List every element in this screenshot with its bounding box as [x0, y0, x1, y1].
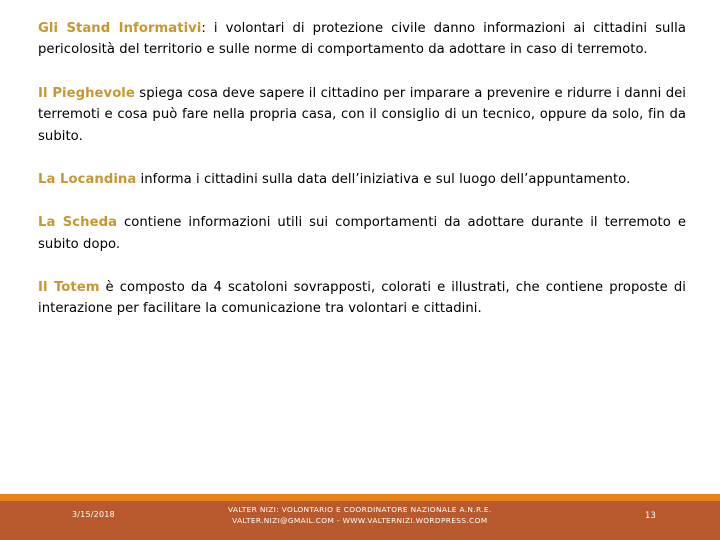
slide-footer: 3/15/2018 VALTER NIZI: VOLONTARIO E COOR… — [0, 494, 720, 540]
footer-date: 3/15/2018 — [72, 510, 115, 519]
paragraph-locandina: La Locandina informa i cittadini sulla d… — [38, 169, 686, 190]
footer-page-number: 13 — [645, 510, 657, 520]
paragraph-pieghevole: Il Pieghevole spiega cosa deve sapere il… — [38, 83, 686, 147]
paragraph-totem: Il Totem è composto da 4 scatoloni sovra… — [38, 277, 686, 320]
slide-canvas: Gli Stand Informativi: i volontari di pr… — [0, 0, 720, 540]
paragraph-lead-label: Gli Stand Informativi — [38, 21, 202, 36]
paragraph-lead-label: La Locandina — [38, 171, 137, 187]
paragraph-body-text: è composto da 4 scatoloni sovrapposti, c… — [38, 280, 686, 317]
footer-accent-rule — [0, 494, 720, 501]
paragraph-lead-label: La Scheda — [38, 215, 118, 231]
paragraph-body-text: informa i cittadini sulla data dell’iniz… — [136, 171, 631, 187]
footer-credit-line-2: VALTER.NIZI@GMAIL.COM - WWW.VALTERNIZI.W… — [232, 516, 488, 526]
paragraph-scheda: La Scheda contiene informazioni utili su… — [38, 212, 686, 255]
paragraph-stand-informativi: Gli Stand Informativi: i volontari di pr… — [38, 18, 686, 61]
paragraph-body-text: spiega cosa deve sapere il cittadino per… — [38, 85, 686, 144]
paragraph-lead-label: Il Pieghevole — [38, 85, 135, 101]
paragraph-body-text: contiene informazioni utili sui comporta… — [38, 215, 686, 252]
footer-credit-line-1: VALTER NIZI: VOLONTARIO E COORDINATORE N… — [228, 505, 492, 514]
paragraph-lead-label: Il Totem — [38, 280, 100, 295]
slide-body-content: Gli Stand Informativi: i volontari di pr… — [38, 18, 686, 320]
footer-credit: VALTER NIZI: VOLONTARIO E COORDINATORE N… — [228, 504, 492, 526]
